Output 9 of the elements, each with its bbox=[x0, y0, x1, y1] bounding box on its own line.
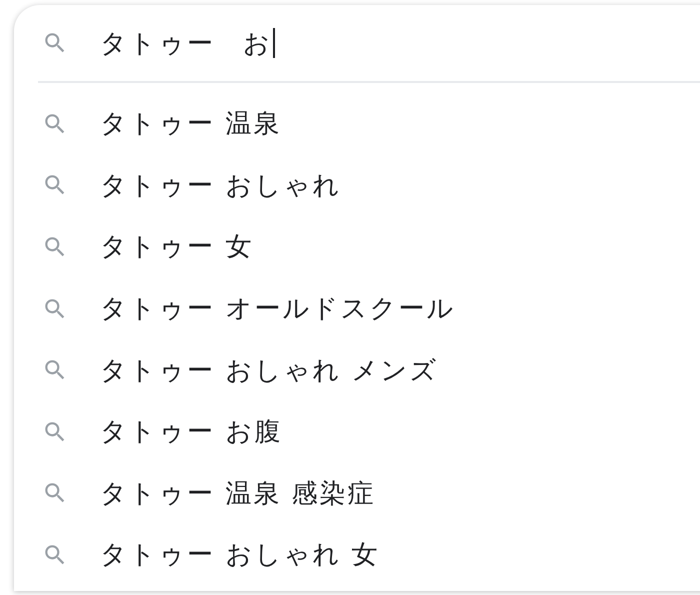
suggestion-item[interactable]: タトゥー オールドスクール bbox=[14, 278, 700, 340]
suggestion-item[interactable]: タトゥー おしゃれ 女 bbox=[14, 524, 700, 586]
suggestion-item[interactable]: タトゥー 温泉 感染症 bbox=[14, 462, 700, 524]
suggestion-item[interactable]: タトゥー おしゃれ bbox=[14, 154, 700, 216]
suggestion-item[interactable]: タトゥー おしゃれ メンズ bbox=[14, 339, 700, 401]
suggestion-item[interactable]: タトゥー 女 bbox=[14, 216, 700, 278]
suggestion-item[interactable]: タトゥー 温泉 bbox=[14, 93, 700, 155]
suggestion-item[interactable]: タトゥー お腹 bbox=[14, 400, 700, 463]
search-field[interactable]: タトゥー お bbox=[100, 26, 274, 60]
